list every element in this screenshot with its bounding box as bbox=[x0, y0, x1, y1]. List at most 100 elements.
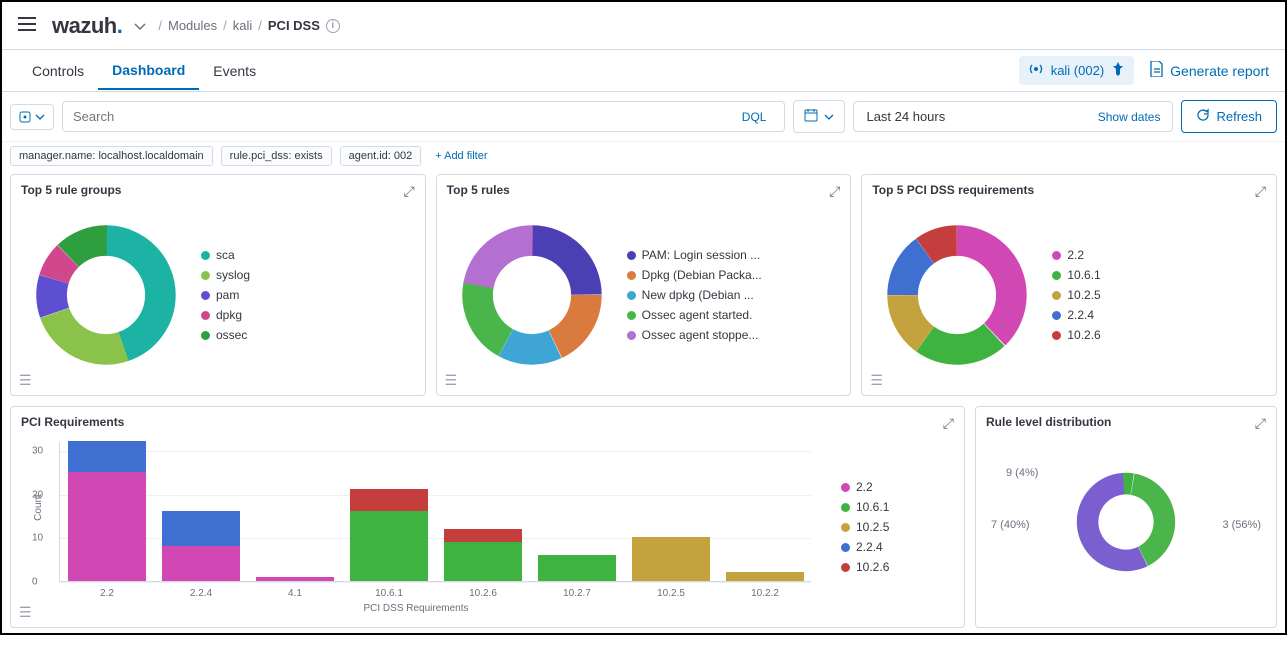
agent-badge[interactable]: kali (002) bbox=[1019, 56, 1134, 85]
legend-item[interactable]: 2.2 bbox=[1052, 248, 1100, 262]
legend-label: Ossec agent stoppe... bbox=[642, 328, 759, 342]
legend-swatch bbox=[841, 563, 850, 572]
tab-events[interactable]: Events bbox=[199, 53, 270, 89]
x-tick: 10.2.5 bbox=[632, 588, 710, 599]
dashboard: Top 5 rule groups ⤢ scasyslogpamdpkgosse… bbox=[2, 174, 1285, 646]
filter-chip[interactable]: rule.pci_dss: exists bbox=[221, 146, 332, 166]
legend-label: dpkg bbox=[216, 308, 242, 322]
x-tick: 2.2.4 bbox=[162, 588, 240, 599]
chevron-down-icon[interactable] bbox=[134, 18, 146, 34]
date-picker[interactable] bbox=[793, 100, 845, 133]
legend-item[interactable]: Ossec agent started. bbox=[627, 308, 762, 322]
add-filter-button[interactable]: + Add filter bbox=[429, 147, 493, 165]
list-icon[interactable]: ☰ bbox=[19, 372, 32, 389]
list-icon[interactable]: ☰ bbox=[870, 372, 883, 389]
legend-label: 10.2.6 bbox=[856, 560, 889, 574]
search-input[interactable] bbox=[73, 109, 734, 124]
list-icon[interactable]: ☰ bbox=[19, 604, 32, 621]
legend-swatch bbox=[201, 331, 210, 340]
legend-item[interactable]: 2.2.4 bbox=[1052, 308, 1100, 322]
filter-chip[interactable]: agent.id: 002 bbox=[340, 146, 422, 166]
generate-report-button[interactable]: Generate report bbox=[1150, 61, 1269, 80]
panel-title: Top 5 rules bbox=[437, 175, 851, 205]
bar-segment[interactable] bbox=[256, 577, 334, 581]
refresh-label: Refresh bbox=[1216, 109, 1262, 124]
document-icon bbox=[1150, 61, 1164, 80]
bar-segment[interactable] bbox=[350, 511, 428, 581]
legend-item[interactable]: 10.2.5 bbox=[1052, 288, 1100, 302]
legend-item[interactable]: 10.2.6 bbox=[1052, 328, 1100, 342]
legend-swatch bbox=[1052, 291, 1061, 300]
legend-swatch bbox=[1052, 271, 1061, 280]
bar-segment[interactable] bbox=[68, 472, 146, 581]
bar-segment[interactable] bbox=[632, 537, 710, 581]
legend-label: Ossec agent started. bbox=[642, 308, 753, 322]
expand-icon[interactable]: ⤢ bbox=[943, 415, 954, 432]
bar-segment[interactable] bbox=[444, 529, 522, 542]
x-tick: 10.2.7 bbox=[538, 588, 616, 599]
filter-chip[interactable]: manager.name: localhost.localdomain bbox=[10, 146, 213, 166]
info-icon[interactable]: i bbox=[326, 19, 340, 33]
pin-icon[interactable] bbox=[1112, 62, 1124, 79]
panel-rule-groups: Top 5 rule groups ⤢ scasyslogpamdpkgosse… bbox=[10, 174, 426, 396]
legend-item[interactable]: New dpkg (Debian ... bbox=[627, 288, 762, 302]
legend-item[interactable]: PAM: Login session ... bbox=[627, 248, 762, 262]
bar-segment[interactable] bbox=[162, 546, 240, 581]
legend-item[interactable]: 2.2.4 bbox=[841, 540, 889, 554]
bar-segment[interactable] bbox=[350, 489, 428, 511]
legend-item[interactable]: Ossec agent stoppe... bbox=[627, 328, 762, 342]
legend-label: 2.2 bbox=[856, 480, 873, 494]
expand-icon[interactable]: ⤢ bbox=[403, 183, 414, 200]
legend-item[interactable]: sca bbox=[201, 248, 250, 262]
legend-swatch bbox=[1052, 331, 1061, 340]
breadcrumb-agent[interactable]: kali bbox=[233, 18, 253, 33]
bar-segment[interactable] bbox=[444, 542, 522, 581]
legend-item[interactable]: 10.6.1 bbox=[841, 500, 889, 514]
legend-swatch bbox=[627, 291, 636, 300]
legend-item[interactable]: 10.6.1 bbox=[1052, 268, 1100, 282]
legend-item[interactable]: Dpkg (Debian Packa... bbox=[627, 268, 762, 282]
legend-label: 10.2.5 bbox=[1067, 288, 1100, 302]
menu-icon[interactable] bbox=[18, 17, 36, 34]
bar-segment[interactable] bbox=[726, 572, 804, 581]
list-icon[interactable]: ☰ bbox=[445, 372, 458, 389]
legend-item[interactable]: syslog bbox=[201, 268, 250, 282]
show-dates-link[interactable]: Show dates bbox=[1098, 110, 1161, 124]
legend-swatch bbox=[841, 523, 850, 532]
refresh-button[interactable]: Refresh bbox=[1181, 100, 1277, 133]
bar-segment[interactable] bbox=[538, 555, 616, 581]
expand-icon[interactable]: ⤢ bbox=[1255, 415, 1266, 432]
x-tick: 10.6.1 bbox=[350, 588, 428, 599]
generate-report-label: Generate report bbox=[1170, 63, 1269, 79]
tab-controls[interactable]: Controls bbox=[18, 53, 98, 89]
pie-label-9: 9 (4%) bbox=[1006, 467, 1038, 479]
time-range-label: Last 24 hours bbox=[866, 109, 945, 124]
legend-item[interactable]: ossec bbox=[201, 328, 250, 342]
bar-segment[interactable] bbox=[162, 511, 240, 546]
panel-title: Rule level distribution bbox=[976, 407, 1276, 437]
legend-label: pam bbox=[216, 288, 239, 302]
expand-icon[interactable]: ⤢ bbox=[829, 183, 840, 200]
panel-pci-requirements: PCI Requirements ⤢ Count 01020302.22.2.4… bbox=[10, 406, 965, 628]
legend-item[interactable]: pam bbox=[201, 288, 250, 302]
legend-item[interactable]: 2.2 bbox=[841, 480, 889, 494]
logo[interactable]: wazuh. bbox=[52, 13, 122, 39]
legend-label: 10.2.6 bbox=[1067, 328, 1100, 342]
panel-rules: Top 5 rules ⤢ PAM: Login session ... Dpkg… bbox=[436, 174, 852, 396]
time-range[interactable]: Last 24 hours Show dates bbox=[853, 101, 1173, 132]
legend-swatch bbox=[841, 543, 850, 552]
expand-icon[interactable]: ⤢ bbox=[1255, 183, 1266, 200]
tab-dashboard[interactable]: Dashboard bbox=[98, 52, 199, 90]
legend-item[interactable]: dpkg bbox=[201, 308, 250, 322]
breadcrumb-modules[interactable]: Modules bbox=[168, 18, 217, 33]
filter-toggle[interactable] bbox=[10, 104, 54, 130]
agent-badge-label: kali (002) bbox=[1051, 63, 1104, 78]
legend-item[interactable]: 10.2.5 bbox=[841, 520, 889, 534]
legend-label: 10.6.1 bbox=[1067, 268, 1100, 282]
legend-item[interactable]: 10.2.6 bbox=[841, 560, 889, 574]
tab-bar: Controls Dashboard Events kali (002) Gen… bbox=[2, 50, 1285, 92]
bar-segment[interactable] bbox=[68, 441, 146, 472]
bar-chart-pci-requirements: Count 01020302.22.2.44.110.6.110.2.610.2… bbox=[21, 442, 811, 612]
dql-toggle[interactable]: DQL bbox=[734, 110, 775, 124]
donut-chart-rule-groups bbox=[21, 210, 191, 380]
